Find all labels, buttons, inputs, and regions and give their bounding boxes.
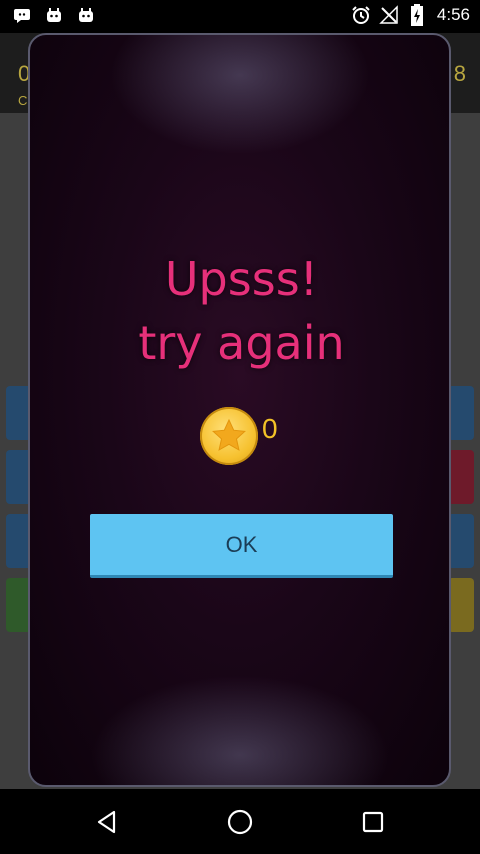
- game-over-dialog: Upsss! try again 0 OK: [28, 33, 451, 787]
- system-icons: 4:56: [351, 4, 470, 26]
- background-label-left: C: [18, 93, 28, 108]
- star-coin-icon: [200, 407, 258, 465]
- battery-charging-icon: [407, 4, 427, 26]
- robot-icon: [44, 6, 64, 26]
- alarm-icon: [351, 5, 371, 25]
- no-signal-icon: [379, 5, 399, 25]
- status-bar: 4:56: [0, 0, 480, 33]
- dialog-title-line1: Upsss!: [164, 252, 319, 306]
- background-score-right: 8: [453, 61, 466, 86]
- dialog-glow-top: [109, 35, 370, 155]
- notification-icons: [12, 6, 96, 26]
- background-tile: [448, 450, 474, 504]
- dialog-title-line2: try again: [138, 316, 345, 370]
- chat-bubble-icon: [12, 6, 32, 26]
- robot-icon: [76, 6, 96, 26]
- navigation-bar: [0, 789, 480, 854]
- background-tile: [448, 514, 474, 568]
- background-tile: [448, 578, 474, 632]
- dialog-glow-bottom: [89, 675, 390, 785]
- coin-count: 0: [262, 413, 278, 444]
- clock: 4:56: [436, 5, 470, 24]
- background-tile: [448, 386, 474, 440]
- coin-reward: 0: [200, 407, 278, 469]
- home-icon[interactable]: [223, 805, 257, 839]
- back-icon[interactable]: [90, 805, 124, 839]
- ok-button[interactable]: OK: [90, 514, 393, 578]
- recents-icon[interactable]: [356, 805, 390, 839]
